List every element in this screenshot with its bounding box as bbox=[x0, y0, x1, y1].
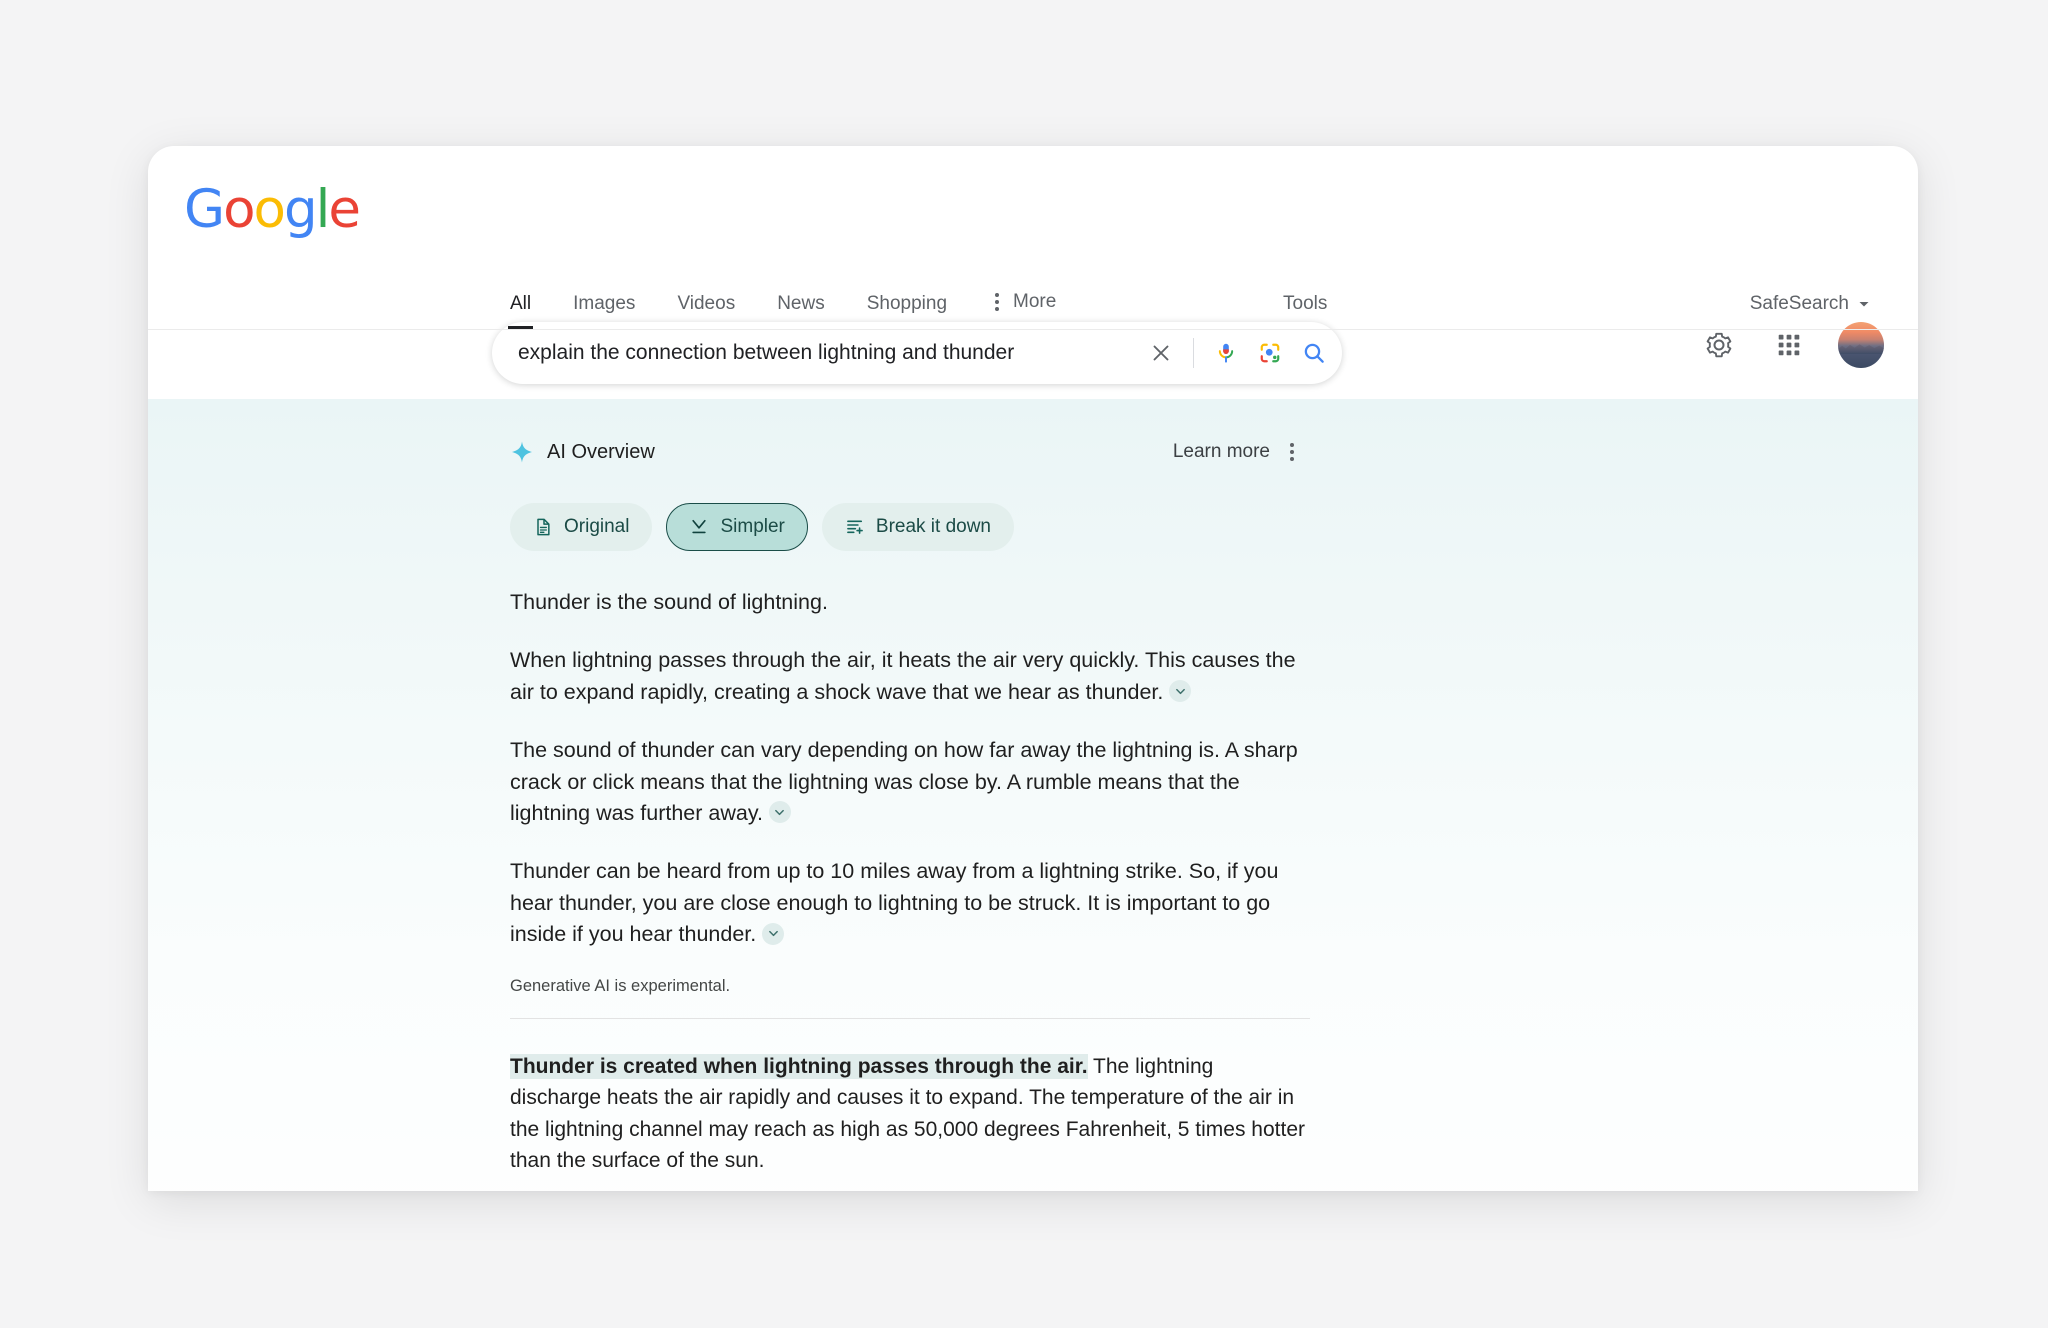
ai-paragraph-3: The sound of thunder can vary depending … bbox=[510, 735, 1310, 829]
tab-more[interactable]: More bbox=[989, 289, 1056, 329]
search-box[interactable] bbox=[492, 322, 1342, 384]
kebab-menu-icon bbox=[989, 289, 1005, 315]
simplify-arrow-icon bbox=[689, 517, 709, 537]
result-snippet: Thunder is created when lightning passes… bbox=[510, 1051, 1310, 1175]
logo-letter-l: l bbox=[316, 179, 329, 240]
logo-letter-o2: o bbox=[254, 179, 284, 240]
microphone-icon bbox=[1213, 340, 1239, 366]
chip-break-it-down-label: Break it down bbox=[876, 516, 991, 538]
google-logo[interactable]: Google bbox=[184, 183, 359, 236]
ai-paragraph-4-text: Thunder can be heard from up to 10 miles… bbox=[510, 859, 1278, 946]
chip-original[interactable]: Original bbox=[510, 503, 652, 551]
result-snippet-highlight: Thunder is created when lightning passes… bbox=[510, 1054, 1088, 1079]
expand-paragraph-4-button[interactable] bbox=[762, 923, 784, 945]
learn-more-link[interactable]: Learn more bbox=[1173, 441, 1270, 463]
tab-more-label: More bbox=[1013, 291, 1056, 313]
safesearch-dropdown[interactable]: SafeSearch bbox=[1750, 293, 1870, 315]
chevron-down-icon bbox=[1858, 298, 1870, 310]
voice-search-button[interactable] bbox=[1204, 331, 1248, 375]
search-submit-button[interactable] bbox=[1292, 331, 1336, 375]
ai-paragraph-3-text: The sound of thunder can vary depending … bbox=[510, 738, 1298, 825]
expand-paragraph-3-button[interactable] bbox=[769, 801, 791, 823]
ai-disclaimer: Generative AI is experimental. bbox=[510, 977, 1308, 996]
logo-letter-o1: o bbox=[223, 179, 253, 240]
list-add-icon bbox=[845, 517, 865, 537]
ai-overview-panel: AI Overview Learn more Original bbox=[148, 399, 1918, 1191]
search-divider bbox=[1193, 338, 1194, 368]
ai-paragraph-4: Thunder can be heard from up to 10 miles… bbox=[510, 856, 1310, 950]
chip-simpler[interactable]: Simpler bbox=[666, 503, 807, 551]
close-icon bbox=[1149, 341, 1173, 365]
safesearch-label: SafeSearch bbox=[1750, 293, 1849, 315]
tools-button[interactable]: Tools bbox=[1283, 293, 1327, 315]
search-input[interactable] bbox=[518, 341, 1139, 365]
ai-overview-header: AI Overview Learn more bbox=[510, 439, 1300, 465]
chevron-down-icon bbox=[774, 807, 785, 818]
document-icon bbox=[533, 517, 553, 537]
logo-letter-g1: G bbox=[184, 179, 223, 240]
gear-icon bbox=[1704, 330, 1734, 360]
expand-paragraph-2-button[interactable] bbox=[1169, 680, 1191, 702]
ai-paragraph-1-text: Thunder is the sound of lightning. bbox=[510, 590, 828, 614]
ai-overview-divider bbox=[510, 1018, 1310, 1019]
ai-overview-style-chips: Original Simpler Break it down bbox=[510, 503, 1308, 551]
page-header: Google bbox=[148, 146, 1918, 268]
logo-letter-g2: g bbox=[284, 179, 316, 240]
ai-paragraph-2: When lightning passes through the air, i… bbox=[510, 645, 1310, 708]
chip-simpler-label: Simpler bbox=[720, 516, 784, 538]
tab-shopping[interactable]: Shopping bbox=[867, 293, 947, 329]
chevron-down-icon bbox=[1175, 686, 1186, 697]
ai-overview-title: AI Overview bbox=[547, 441, 655, 464]
settings-button[interactable] bbox=[1698, 324, 1740, 366]
search-tabs: All Images Videos News Shopping More Too… bbox=[148, 268, 1918, 330]
google-lens-icon bbox=[1257, 340, 1283, 366]
chip-original-label: Original bbox=[564, 516, 629, 538]
clear-search-button[interactable] bbox=[1139, 331, 1183, 375]
tab-images[interactable]: Images bbox=[573, 293, 635, 329]
google-apps-button[interactable] bbox=[1768, 324, 1810, 366]
tab-news[interactable]: News bbox=[777, 293, 825, 329]
lens-search-button[interactable] bbox=[1248, 331, 1292, 375]
tab-all[interactable]: All bbox=[510, 293, 531, 329]
sparkle-icon bbox=[510, 440, 534, 464]
apps-grid-icon bbox=[1776, 332, 1802, 358]
chevron-down-icon bbox=[768, 928, 779, 939]
search-icon bbox=[1301, 340, 1327, 366]
logo-letter-e: e bbox=[328, 179, 359, 240]
ai-paragraph-1: Thunder is the sound of lightning. bbox=[510, 587, 1310, 618]
chip-break-it-down[interactable]: Break it down bbox=[822, 503, 1014, 551]
ai-overview-overflow-button[interactable] bbox=[1284, 439, 1300, 465]
search-page-card: Google bbox=[148, 146, 1918, 1191]
tab-videos[interactable]: Videos bbox=[677, 293, 735, 329]
